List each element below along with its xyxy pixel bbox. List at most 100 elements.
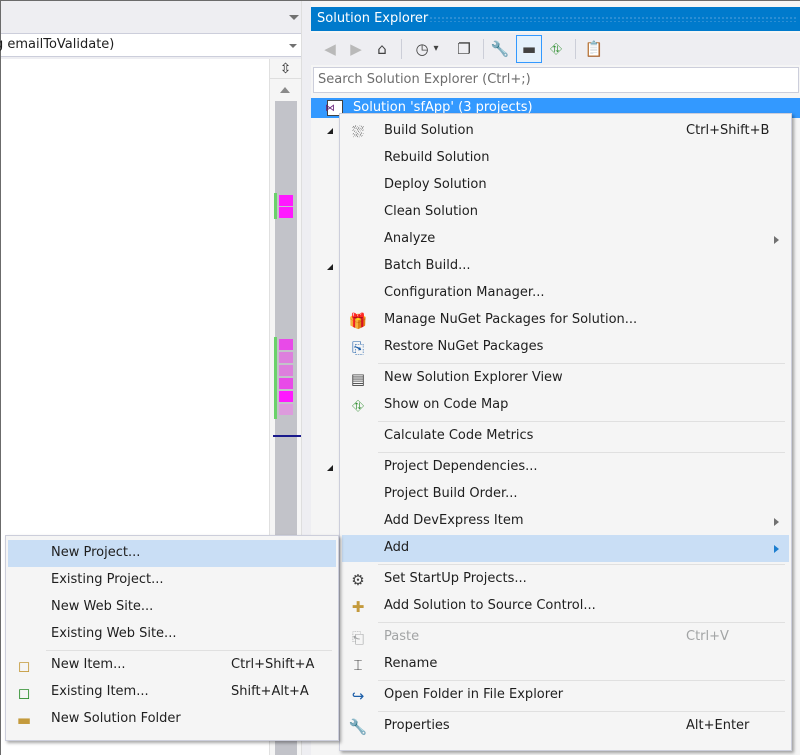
menu-item-label: Rename bbox=[384, 656, 438, 671]
preview-selected-items-icon[interactable]: ▬ bbox=[516, 35, 542, 63]
new-view-icon: ▤ bbox=[350, 370, 366, 388]
expand-arrow-icon[interactable] bbox=[327, 128, 333, 134]
menu-item-clean-solution[interactable]: Clean Solution bbox=[342, 199, 789, 226]
properties-wrench-icon[interactable]: 🔧 bbox=[489, 38, 511, 60]
solution-context-menu: ⛆ Build Solution Ctrl+Shift+B Rebuild Solut… bbox=[339, 113, 792, 751]
menu-item-label: Rebuild Solution bbox=[384, 150, 490, 165]
menu-item-label: Batch Build... bbox=[384, 258, 471, 273]
solution-explorer-title-bar[interactable]: Solution Explorer bbox=[311, 7, 800, 31]
menu-item-build-solution[interactable]: ⛆ Build Solution Ctrl+Shift+B bbox=[342, 118, 789, 145]
editor-tab-strip bbox=[1, 1, 309, 33]
solution-explorer-toolbar: ◀ ▶ ⌂ ◷ ▾ ❐ 🔧 ▬ ⛗ 📋 bbox=[311, 33, 800, 65]
code-map-icon: ⛗ bbox=[351, 397, 364, 415]
menu-item-existing-web-site[interactable]: Existing Web Site... bbox=[8, 621, 336, 648]
menu-item-new-project[interactable]: New Project... bbox=[8, 540, 336, 567]
title-grip bbox=[429, 16, 797, 22]
menu-item-restore-nuget-packages[interactable]: ⎘ Restore NuGet Packages bbox=[342, 334, 789, 361]
menu-separator bbox=[378, 680, 785, 681]
menu-item-add-solution-to-source-control[interactable]: ✚ Add Solution to Source Control... bbox=[342, 593, 789, 620]
menu-item-new-solution-folder[interactable]: ▬ New Solution Folder bbox=[8, 706, 336, 733]
toolbar-separator bbox=[401, 39, 402, 59]
collapse-all-icon[interactable]: ❐ bbox=[453, 38, 475, 60]
paste-icon: ⎗ bbox=[351, 629, 364, 647]
menu-item-analyze[interactable]: Analyze bbox=[342, 226, 789, 253]
menu-item-label: Existing Project... bbox=[51, 572, 164, 587]
open-folder-icon: ↪ bbox=[351, 687, 365, 705]
change-marker bbox=[279, 352, 293, 363]
menu-item-label: Build Solution bbox=[384, 123, 474, 138]
added-lines-marker bbox=[274, 193, 277, 219]
menu-item-properties[interactable]: 🔧 Properties Alt+Enter bbox=[342, 713, 789, 740]
tab-list-dropdown-icon[interactable] bbox=[289, 15, 299, 20]
forward-icon[interactable]: ▶ bbox=[345, 38, 367, 60]
menu-item-batch-build[interactable]: Batch Build... bbox=[342, 253, 789, 280]
menu-item-label: Restore NuGet Packages bbox=[384, 339, 544, 354]
menu-item-label: New Solution Explorer View bbox=[384, 370, 563, 385]
menu-item-shortcut: Ctrl+V bbox=[686, 629, 729, 644]
scroll-up-arrow-icon[interactable] bbox=[280, 87, 290, 93]
menu-item-label: New Project... bbox=[51, 545, 141, 560]
expand-arrow-icon[interactable] bbox=[327, 465, 333, 471]
menu-item-existing-project[interactable]: Existing Project... bbox=[8, 567, 336, 594]
menu-item-label: Open Folder in File Explorer bbox=[384, 687, 564, 702]
menu-item-set-startup-projects[interactable]: ⚙ Set StartUp Projects... bbox=[342, 566, 789, 593]
menu-item-project-build-order[interactable]: Project Build Order... bbox=[342, 481, 789, 508]
menu-item-configuration-manager[interactable]: Configuration Manager... bbox=[342, 280, 789, 307]
menu-item-label: Clean Solution bbox=[384, 204, 478, 219]
view-class-diagram-icon[interactable]: 📋 bbox=[583, 38, 605, 60]
menu-item-label: Deploy Solution bbox=[384, 177, 487, 192]
submenu-arrow-icon bbox=[774, 518, 779, 526]
split-window-icon[interactable]: ⇳ bbox=[270, 59, 301, 79]
member-combo-text: g emailToValidate) bbox=[0, 37, 115, 52]
menu-separator bbox=[378, 622, 785, 623]
menu-item-label: New Web Site... bbox=[51, 599, 154, 614]
menu-separator bbox=[378, 564, 785, 565]
menu-item-label: Add bbox=[384, 540, 410, 555]
member-navigation-dropdown[interactable]: g emailToValidate) bbox=[0, 33, 303, 57]
menu-item-label: Existing Web Site... bbox=[51, 626, 177, 641]
menu-item-shortcut: Shift+Alt+A bbox=[231, 684, 309, 699]
menu-item-new-item[interactable]: ◻ New Item... Ctrl+Shift+A bbox=[8, 652, 336, 679]
menu-item-rebuild-solution[interactable]: Rebuild Solution bbox=[342, 145, 789, 172]
change-marker bbox=[279, 378, 293, 389]
menu-item-add-devexpress-item[interactable]: Add DevExpress Item bbox=[342, 508, 789, 535]
chevron-down-icon[interactable] bbox=[289, 44, 297, 48]
menu-item-project-dependencies[interactable]: Project Dependencies... bbox=[342, 454, 789, 481]
change-marker bbox=[279, 195, 293, 206]
menu-item-label: Project Dependencies... bbox=[384, 459, 538, 474]
menu-item-add[interactable]: Add bbox=[342, 535, 789, 562]
menu-item-label: Set StartUp Projects... bbox=[384, 571, 527, 586]
search-placeholder: Search Solution Explorer (Ctrl+;) bbox=[318, 72, 531, 87]
rename-icon: ⌶ bbox=[353, 656, 363, 674]
new-item-icon: ◻ bbox=[17, 657, 31, 675]
menu-item-label: New Solution Folder bbox=[51, 711, 181, 726]
menu-separator bbox=[46, 650, 332, 651]
expand-arrow-icon[interactable] bbox=[327, 264, 333, 270]
menu-item-calculate-code-metrics[interactable]: Calculate Code Metrics bbox=[342, 423, 789, 450]
home-icon[interactable]: ⌂ bbox=[371, 38, 393, 60]
menu-item-show-on-code-map[interactable]: ⛗ Show on Code Map bbox=[342, 392, 789, 419]
menu-item-deploy-solution[interactable]: Deploy Solution bbox=[342, 172, 789, 199]
menu-item-new-solution-explorer-view[interactable]: ▤ New Solution Explorer View bbox=[342, 365, 789, 392]
nuget-package-icon: 🎁 bbox=[348, 312, 368, 330]
change-marker bbox=[279, 207, 293, 218]
code-map-icon[interactable]: ⛗ bbox=[545, 38, 567, 60]
menu-item-new-web-site[interactable]: New Web Site... bbox=[8, 594, 336, 621]
back-icon[interactable]: ◀ bbox=[319, 38, 341, 60]
toolbar-separator bbox=[483, 39, 484, 59]
menu-item-shortcut: Ctrl+Shift+B bbox=[686, 123, 770, 138]
search-solution-explorer-input[interactable]: Search Solution Explorer (Ctrl+;) bbox=[313, 67, 799, 93]
submenu-arrow-icon bbox=[774, 236, 779, 244]
source-control-icon: ✚ bbox=[351, 598, 365, 616]
menu-item-shortcut: Ctrl+Shift+A bbox=[231, 657, 315, 672]
toolbar-separator bbox=[575, 39, 576, 59]
dropdown-icon[interactable]: ▾ bbox=[429, 38, 443, 60]
menu-item-open-folder-in-file-explorer[interactable]: ↪ Open Folder in File Explorer bbox=[342, 682, 789, 709]
menu-item-label: Show on Code Map bbox=[384, 397, 509, 412]
add-submenu: New Project... Existing Project... New Web… bbox=[5, 535, 339, 741]
menu-item-rename[interactable]: ⌶ Rename bbox=[342, 651, 789, 678]
panel-title: Solution Explorer bbox=[317, 11, 429, 26]
change-marker bbox=[279, 365, 293, 376]
menu-item-manage-nuget-packages-for-solution[interactable]: 🎁 Manage NuGet Packages for Solution... bbox=[342, 307, 789, 334]
menu-item-existing-item[interactable]: ◻ Existing Item... Shift+Alt+A bbox=[8, 679, 336, 706]
